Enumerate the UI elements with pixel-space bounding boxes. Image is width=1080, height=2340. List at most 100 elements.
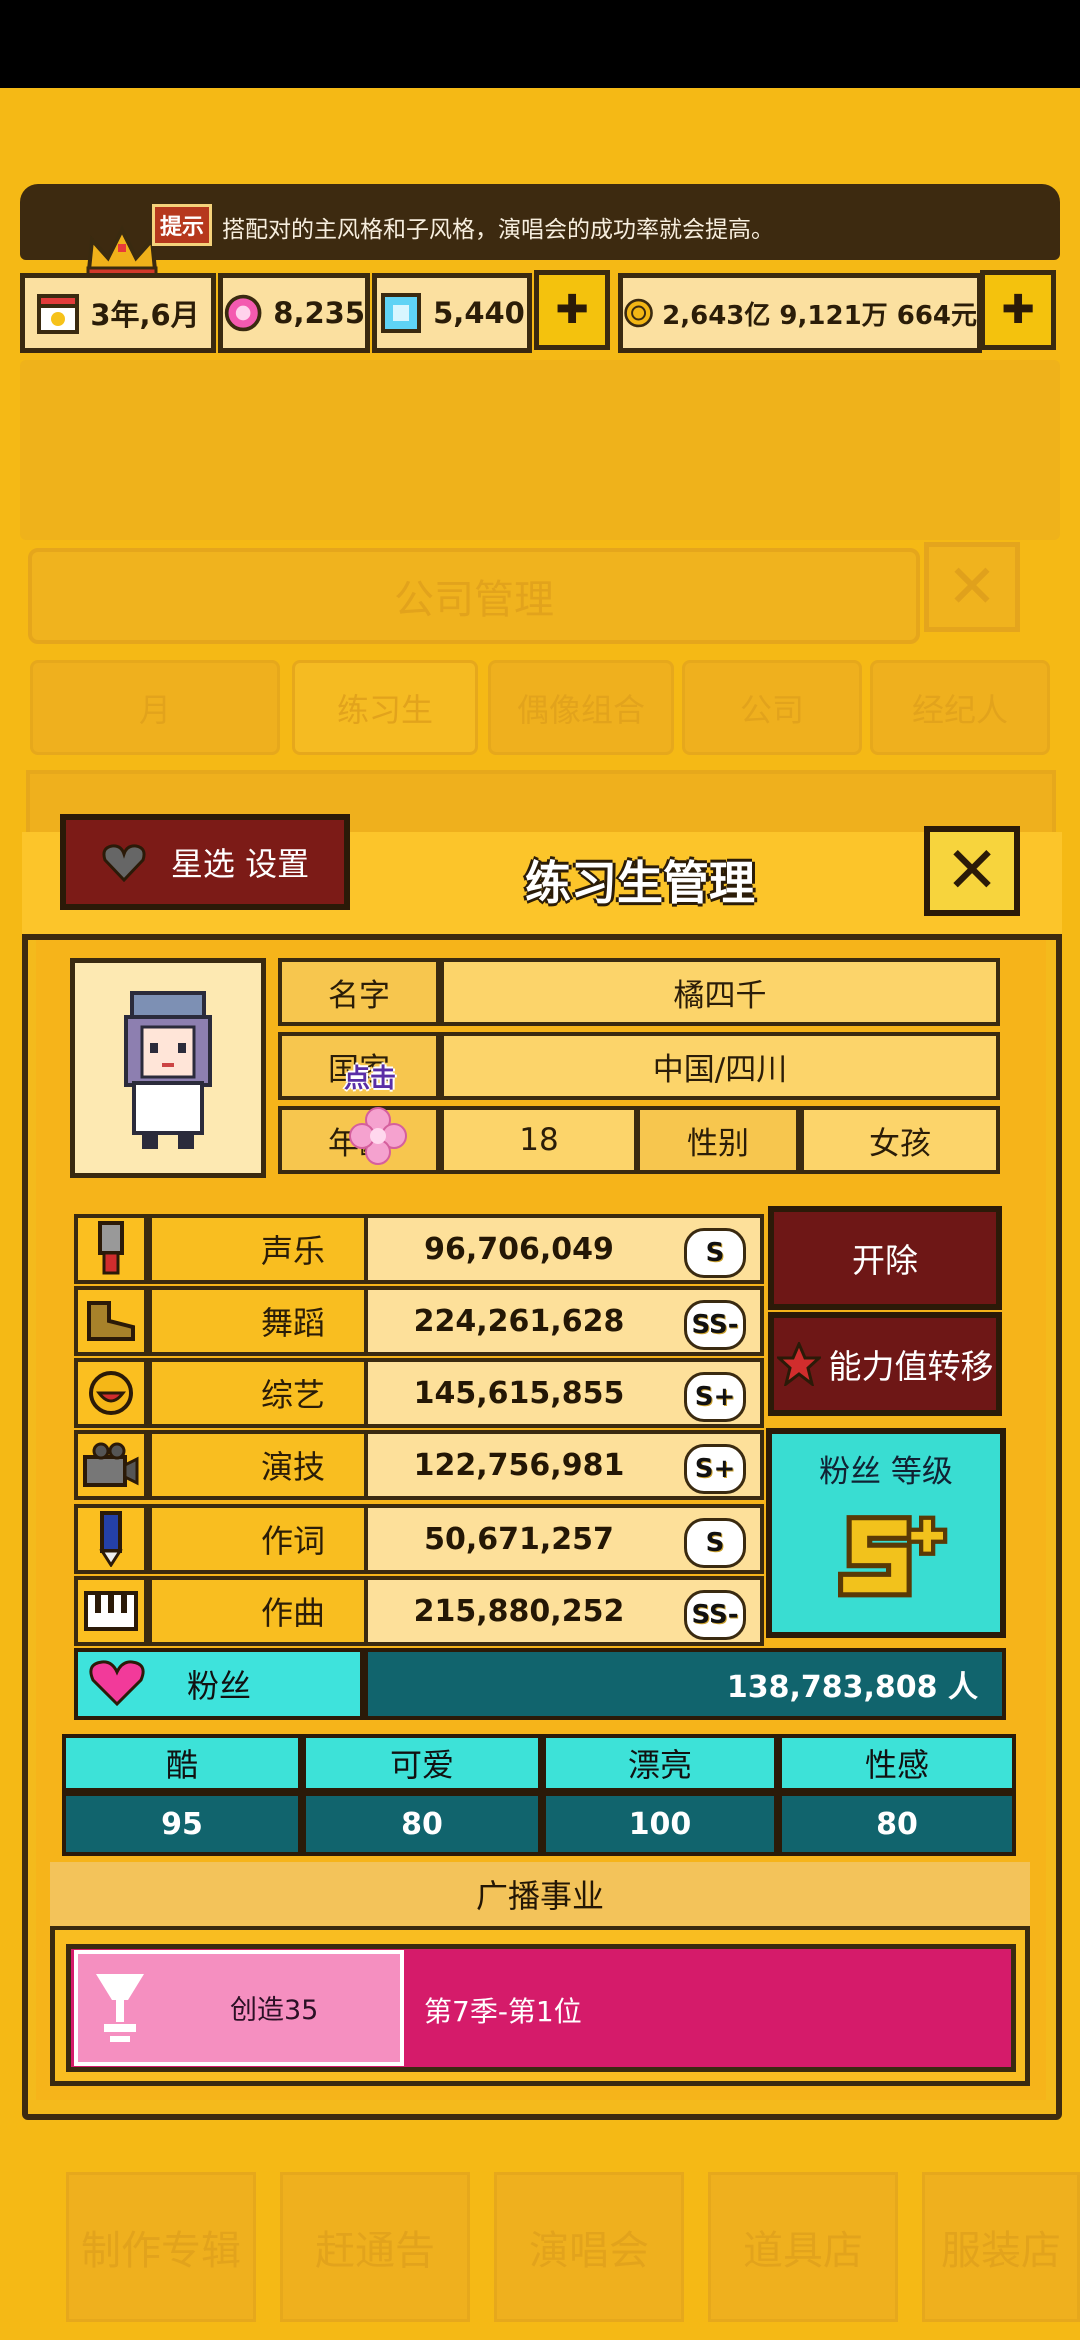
stat-label: 作词 [260, 1522, 325, 1560]
style-value-text: 80 [401, 1806, 443, 1842]
bottom-menu-album: 制作专辑 [66, 2172, 256, 2322]
stat-label: 综艺 [260, 1376, 325, 1414]
style-header-cool: 酷 [62, 1734, 302, 1792]
background-tab-label: 偶像组合 [516, 690, 645, 729]
avatar-sprite-icon [124, 991, 212, 1149]
bottom-menu-label: 赶通告 [315, 2228, 435, 2274]
plus-icon: ✚ [1001, 287, 1035, 333]
hint-badge: 提示 [152, 204, 212, 246]
trainee-avatar[interactable] [70, 958, 266, 1178]
tap-hint[interactable]: 点击 [344, 1058, 396, 1095]
bottom-menu-schedule: 赶通告 [280, 2172, 470, 2322]
pink-gem-value: 8,235 [273, 296, 365, 330]
grade-badge: S+ [684, 1372, 746, 1422]
style-header-text: 漂亮 [627, 1746, 692, 1784]
dismiss-label: 开除 [852, 1241, 918, 1280]
background-title: 公司管理 [28, 548, 920, 644]
style-value-cute: 80 [302, 1792, 542, 1856]
pen-icon [99, 1511, 123, 1567]
name-key: 名字 [278, 958, 440, 1026]
piano-icon [84, 1591, 138, 1631]
style-value-sexy: 80 [778, 1792, 1016, 1856]
style-header-text: 性感 [864, 1746, 929, 1784]
dismiss-button[interactable]: 开除 [768, 1206, 1002, 1310]
background-tab-label: 公司 [739, 690, 804, 729]
pink-gem-display: 8,235 [218, 273, 370, 353]
stat-row-dance: 舞蹈 224,261,628 SS- [74, 1286, 764, 1356]
star-settings-label: 星选 设置 [170, 845, 310, 883]
background-tab-trainee: 练习生 [292, 660, 478, 755]
stat-value: 50,671,257 [424, 1521, 614, 1557]
style-value-text: 100 [628, 1806, 692, 1842]
ability-transfer-label: 能力值转移 [828, 1347, 994, 1386]
stat-value-cell: 96,706,049 S [364, 1214, 764, 1284]
stat-row-lyrics: 作词 50,671,257 S [74, 1504, 764, 1574]
bottom-menu-concert: 演唱会 [494, 2172, 684, 2322]
close-icon: ✕ [945, 834, 999, 908]
style-value-text: 80 [876, 1806, 918, 1842]
trophy-icon [96, 1974, 144, 2042]
plus-icon: ✚ [555, 287, 589, 333]
stat-value: 145,615,855 [413, 1375, 625, 1411]
camera-icon [83, 1442, 139, 1487]
grade-text: S [705, 1238, 725, 1268]
star-settings-button[interactable]: 星选 设置 [60, 814, 350, 910]
style-header-text: 酷 [165, 1746, 198, 1784]
heart-icon [102, 844, 146, 882]
date-display: 3年,6月 [20, 273, 216, 353]
stat-icon-cell [74, 1358, 148, 1428]
bottom-menu-label: 服装店 [941, 2228, 1061, 2274]
background-tab-manager: 经纪人 [870, 660, 1050, 755]
stat-row-acting: 演技 122,756,981 S+ [74, 1430, 764, 1500]
fans-count: 138,783,808 人 [364, 1648, 1006, 1720]
ability-transfer-button[interactable]: 能力值转移 [768, 1312, 1002, 1416]
add-money-button[interactable]: ✚ [980, 270, 1056, 350]
style-header-pretty: 漂亮 [542, 1734, 778, 1792]
stat-icon-cell [74, 1286, 148, 1356]
fan-level-box: 粉丝 等级 [766, 1428, 1006, 1638]
style-value-pretty: 100 [542, 1792, 778, 1856]
stat-label: 声乐 [260, 1232, 325, 1270]
background-tab-label: 练习生 [336, 690, 433, 729]
grade-badge: SS- [684, 1590, 746, 1640]
fans-row-label: 粉丝 [74, 1648, 364, 1720]
name-key-text: 名字 [328, 977, 390, 1014]
blue-gem-display: 5,440 [372, 273, 532, 353]
name-value: 橘四千 [440, 958, 1000, 1026]
stat-value-cell: 122,756,981 S+ [364, 1430, 764, 1500]
grade-text: S+ [694, 1454, 736, 1484]
pink-flower-icon[interactable] [348, 1106, 408, 1166]
style-header-sexy: 性感 [778, 1734, 1016, 1792]
style-header-text: 可爱 [389, 1746, 454, 1784]
smile-icon [89, 1371, 133, 1415]
close-button[interactable]: ✕ [924, 826, 1020, 916]
background-banner [20, 360, 1060, 540]
background-tab-idol-group: 偶像组合 [488, 660, 674, 755]
stat-value: 224,261,628 [413, 1303, 625, 1339]
blue-gem-icon [381, 293, 422, 333]
grade-badge: S [684, 1518, 746, 1568]
background-title-text: 公司管理 [394, 577, 554, 623]
background-tab-label: 月 [138, 690, 171, 729]
blue-gem-value: 5,440 [433, 296, 525, 330]
fans-count-text: 138,783,808 人 [726, 1670, 978, 1705]
add-gems-button[interactable]: ✚ [534, 270, 610, 350]
country-value: 中国/四川 [440, 1032, 1000, 1100]
style-header-cute: 可爱 [302, 1734, 542, 1792]
microphone-icon [98, 1221, 124, 1275]
grade-text: SS- [691, 1600, 739, 1630]
stat-label: 舞蹈 [260, 1304, 325, 1342]
shoe-icon [87, 1301, 135, 1341]
stat-icon-cell [74, 1214, 148, 1284]
grade-badge: S [684, 1228, 746, 1278]
stat-value-cell: 145,615,855 S+ [364, 1358, 764, 1428]
stat-value-cell: 215,880,252 SS- [364, 1576, 764, 1646]
style-value-cool: 95 [62, 1792, 302, 1856]
gender-key-text: 性别 [687, 1125, 749, 1162]
coin-icon [624, 298, 653, 328]
pink-heart-icon [89, 1660, 145, 1707]
bottom-menu-item-shop: 道具店 [708, 2172, 898, 2322]
status-bar [0, 0, 1080, 88]
age-value-text: 18 [519, 1122, 559, 1158]
hint-badge-text: 提示 [159, 215, 204, 240]
